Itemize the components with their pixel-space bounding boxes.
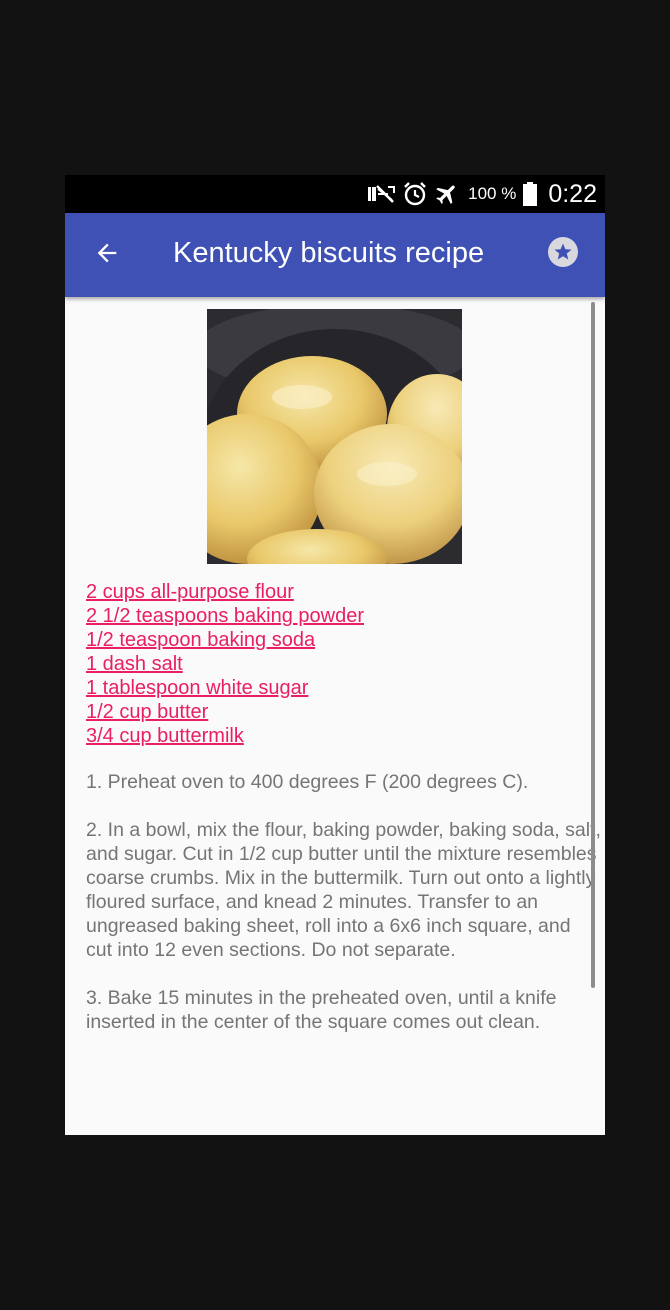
recipe-content[interactable]: 2 cups all-purpose flour 2 1/2 teaspoons… (65, 297, 605, 1135)
airplane-icon (434, 181, 460, 207)
phone-screen: 100 % 0:22 Kentucky biscuits recipe 2 cu… (65, 175, 605, 1135)
scrollbar[interactable] (591, 302, 595, 988)
app-bar: Kentucky biscuits recipe (65, 213, 605, 297)
ingredient-link[interactable]: 1/2 teaspoon baking soda (86, 628, 586, 652)
arrow-left-icon (93, 239, 121, 272)
alarm-icon (402, 181, 428, 207)
direction-step: 3. Bake 15 minutes in the preheated oven… (86, 987, 557, 1033)
ingredient-link[interactable]: 1 dash salt (86, 652, 586, 676)
battery-percent: 100 % (468, 184, 517, 203)
directions: 1. Preheat oven to 400 degrees F (200 de… (86, 770, 601, 1058)
favorite-button[interactable] (547, 236, 579, 272)
ingredients-list: 2 cups all-purpose flour 2 1/2 teaspoons… (86, 580, 586, 748)
ingredient-link[interactable]: 2 cups all-purpose flour (86, 580, 586, 604)
clock: 0:22 (548, 179, 597, 208)
direction-step: 2. In a bowl, mix the flour, baking powd… (86, 819, 601, 961)
star-icon (548, 236, 578, 272)
status-bar: 100 % 0:22 (65, 175, 605, 213)
battery-icon (522, 181, 538, 207)
back-button[interactable] (87, 235, 127, 275)
direction-step: 1. Preheat oven to 400 degrees F (200 de… (86, 771, 529, 793)
mute-icon (366, 183, 396, 205)
ingredient-link[interactable]: 3/4 cup buttermilk (86, 724, 586, 748)
ingredient-link[interactable]: 2 1/2 teaspoons baking powder (86, 604, 586, 628)
ingredient-link[interactable]: 1/2 cup butter (86, 700, 586, 724)
page-title: Kentucky biscuits recipe (173, 237, 485, 269)
biscuits-photo (207, 309, 462, 564)
ingredient-link[interactable]: 1 tablespoon white sugar (86, 676, 586, 700)
